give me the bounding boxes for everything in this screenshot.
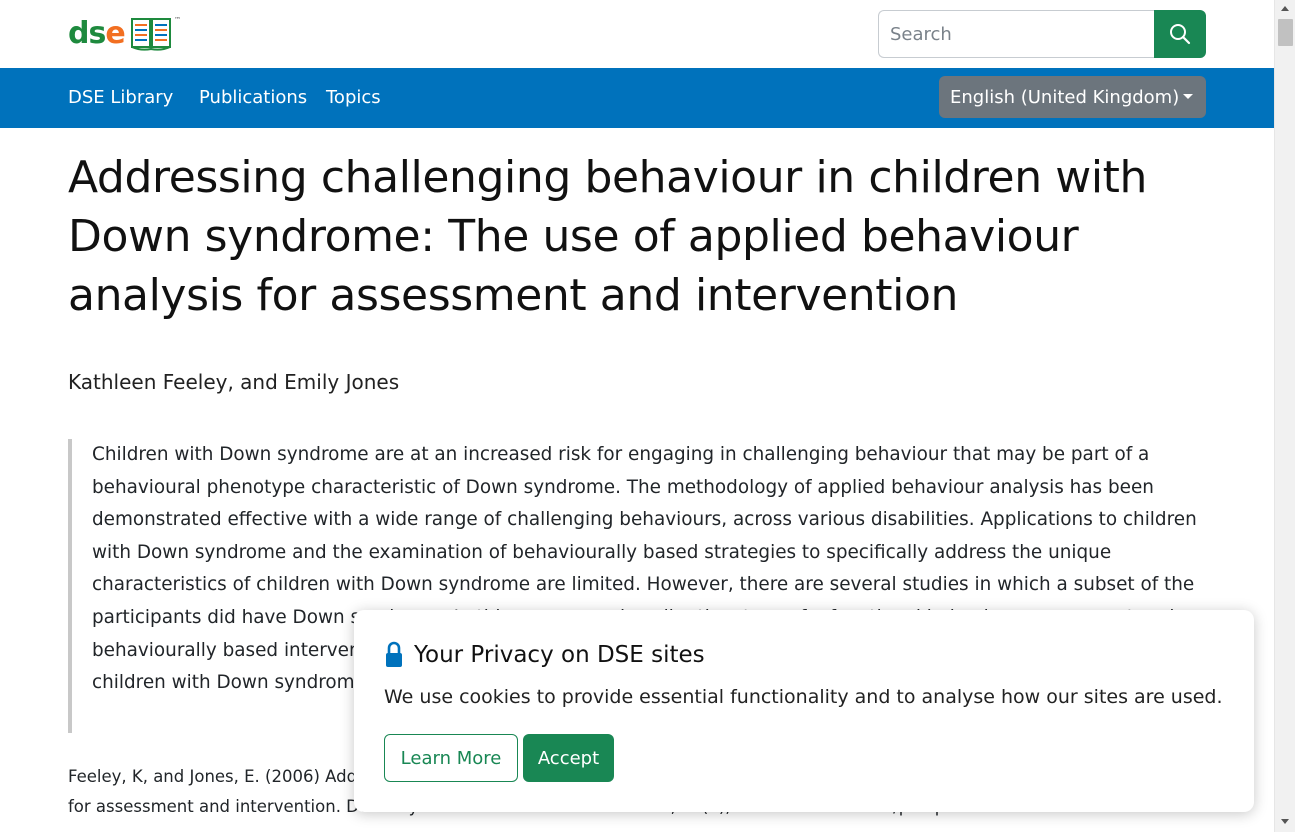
- learn-more-button[interactable]: Learn More: [384, 734, 518, 782]
- logo-wordmark: dse: [68, 16, 126, 51]
- dse-logo[interactable]: dse ™: [68, 14, 181, 54]
- nav-publications[interactable]: Publications: [199, 86, 307, 110]
- cookie-banner: Your Privacy on DSE sites We use cookies…: [354, 610, 1254, 812]
- trademark-symbol: ™: [174, 16, 181, 24]
- cookie-title-text: Your Privacy on DSE sites: [414, 642, 705, 668]
- cookie-title: Your Privacy on DSE sites: [384, 640, 705, 670]
- site-header: dse ™: [0, 0, 1274, 68]
- article-title: Addressing challenging behaviour in chil…: [68, 152, 1148, 321]
- search-icon: [1170, 24, 1191, 45]
- caret-down-icon: [1183, 94, 1193, 99]
- search-input[interactable]: [878, 10, 1154, 58]
- language-label: English (United Kingdom): [950, 86, 1180, 108]
- search-form: [878, 10, 1206, 58]
- book-icon: [130, 18, 171, 51]
- nav-topics[interactable]: Topics: [326, 86, 381, 110]
- scroll-thumb[interactable]: [1278, 19, 1293, 46]
- scroll-down-arrow-icon[interactable]: [1281, 819, 1289, 824]
- accept-button[interactable]: Accept: [523, 734, 614, 782]
- language-dropdown[interactable]: English (United Kingdom): [939, 76, 1206, 118]
- cookie-message: We use cookies to provide essential func…: [384, 686, 1223, 708]
- scroll-up-arrow-icon[interactable]: [1281, 6, 1289, 11]
- nav-dse-library[interactable]: DSE Library: [68, 86, 173, 110]
- article-authors: Kathleen Feeley, and Emily Jones: [68, 370, 400, 394]
- page-scrollbar[interactable]: [1274, 0, 1295, 832]
- main-navbar: DSE Library Publications Topics English …: [0, 68, 1274, 128]
- search-button[interactable]: [1154, 10, 1206, 58]
- lock-icon: [386, 641, 402, 667]
